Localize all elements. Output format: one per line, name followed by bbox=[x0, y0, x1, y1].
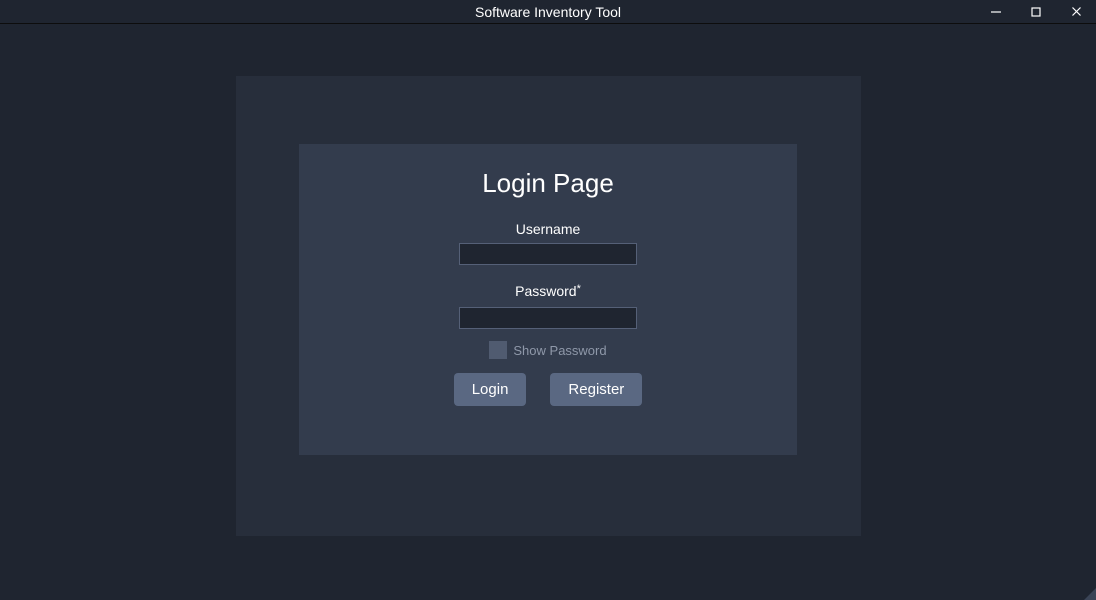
show-password-checkbox[interactable] bbox=[489, 341, 507, 359]
resize-grip[interactable] bbox=[1084, 588, 1096, 600]
minimize-button[interactable] bbox=[976, 0, 1016, 23]
button-row: Login Register bbox=[454, 373, 643, 406]
password-label-wrap: Password* bbox=[515, 283, 581, 301]
window-title: Software Inventory Tool bbox=[475, 4, 621, 20]
show-password-row: Show Password bbox=[489, 341, 606, 359]
window-controls bbox=[976, 0, 1096, 23]
maximize-button[interactable] bbox=[1016, 0, 1056, 23]
page-title: Login Page bbox=[482, 168, 614, 199]
show-password-label: Show Password bbox=[513, 343, 606, 358]
login-button[interactable]: Login bbox=[454, 373, 527, 406]
outer-panel: Login Page Username Password* Show Passw… bbox=[236, 76, 861, 536]
username-label: Username bbox=[516, 221, 581, 237]
close-button[interactable] bbox=[1056, 0, 1096, 23]
titlebar: Software Inventory Tool bbox=[0, 0, 1096, 24]
password-label: Password bbox=[515, 283, 576, 299]
password-input[interactable] bbox=[459, 307, 637, 329]
required-asterisk: * bbox=[577, 283, 581, 295]
login-panel: Login Page Username Password* Show Passw… bbox=[299, 144, 797, 455]
app-body: Login Page Username Password* Show Passw… bbox=[0, 24, 1096, 600]
username-input[interactable] bbox=[459, 243, 637, 265]
close-icon bbox=[1071, 6, 1082, 17]
minimize-icon bbox=[990, 6, 1002, 18]
maximize-icon bbox=[1031, 7, 1041, 17]
register-button[interactable]: Register bbox=[550, 373, 642, 406]
